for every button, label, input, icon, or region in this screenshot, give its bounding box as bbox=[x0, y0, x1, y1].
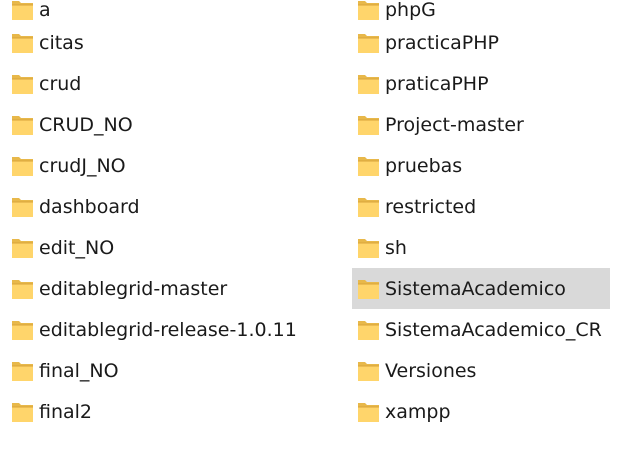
folder-name: SistemaAcademico bbox=[385, 277, 566, 300]
folder-icon bbox=[358, 238, 379, 258]
folder-name: final2 bbox=[39, 400, 93, 423]
folder-icon bbox=[358, 320, 379, 340]
folder-item[interactable]: CRUD_NO bbox=[6, 104, 340, 145]
folder-item[interactable]: practicaPHP bbox=[352, 22, 640, 63]
folder-name: Project-master bbox=[385, 113, 524, 136]
folder-item[interactable]: editablegrid-master bbox=[6, 268, 340, 309]
folder-list-right: phpG practicaPHP praticaPHP Project-master p… bbox=[352, 0, 640, 432]
folder-icon bbox=[358, 279, 379, 299]
folder-name: crud bbox=[39, 72, 82, 95]
folder-icon bbox=[12, 197, 33, 217]
folder-icon bbox=[358, 361, 379, 381]
folder-icon bbox=[358, 33, 379, 53]
folder-name: restricted bbox=[385, 195, 477, 218]
folder-name: editablegrid-master bbox=[39, 277, 228, 300]
folder-icon bbox=[12, 361, 33, 381]
folder-item[interactable]: final2 bbox=[6, 391, 340, 432]
folder-icon bbox=[12, 115, 33, 135]
folder-name: a bbox=[39, 0, 51, 21]
folder-name: dashboard bbox=[39, 195, 140, 218]
folder-name: SistemaAcademico_CR bbox=[385, 318, 602, 341]
folder-icon bbox=[358, 156, 379, 176]
folder-item[interactable]: final_NO bbox=[6, 350, 340, 391]
folder-name: praticaPHP bbox=[385, 72, 489, 95]
folder-name: crudJ_NO bbox=[39, 154, 126, 177]
folder-item[interactable]: SistemaAcademico_CR bbox=[352, 309, 640, 350]
folder-list-left: a citas crud CRUD_NO crudJ_NO dashboard edit_N… bbox=[6, 0, 340, 432]
folder-item[interactable]: phpG bbox=[352, 0, 640, 22]
folder-icon bbox=[12, 1, 33, 20]
folder-icon bbox=[12, 320, 33, 340]
folder-item[interactable]: citas bbox=[6, 22, 340, 63]
folder-item[interactable]: praticaPHP bbox=[352, 63, 640, 104]
folder-item[interactable]: editablegrid-release-1.0.11 bbox=[6, 309, 340, 350]
folder-icon bbox=[12, 279, 33, 299]
folder-item[interactable]: Versiones bbox=[352, 350, 640, 391]
folder-icon bbox=[12, 74, 33, 94]
folder-name: practicaPHP bbox=[385, 31, 499, 54]
folder-item[interactable]: sh bbox=[352, 227, 640, 268]
folder-name: xampp bbox=[385, 400, 451, 423]
folder-name: edit_NO bbox=[39, 236, 115, 259]
folder-item[interactable]: pruebas bbox=[352, 145, 640, 186]
folder-name: phpG bbox=[385, 0, 436, 21]
folder-icon bbox=[358, 197, 379, 217]
folder-icon bbox=[12, 238, 33, 258]
folder-item[interactable]: a bbox=[6, 0, 340, 22]
folder-item[interactable]: dashboard bbox=[6, 186, 340, 227]
folder-name: editablegrid-release-1.0.11 bbox=[39, 318, 297, 341]
folder-name: citas bbox=[39, 31, 84, 54]
folder-icon bbox=[358, 1, 379, 20]
folder-item[interactable]: Project-master bbox=[352, 104, 640, 145]
folder-name: pruebas bbox=[385, 154, 463, 177]
folder-icon bbox=[358, 402, 379, 422]
folder-item[interactable]: crudJ_NO bbox=[6, 145, 340, 186]
folder-icon bbox=[12, 402, 33, 422]
folder-icon bbox=[12, 156, 33, 176]
folder-icon bbox=[358, 74, 379, 94]
folder-name: sh bbox=[385, 236, 407, 259]
folder-icon bbox=[358, 115, 379, 135]
folder-name: Versiones bbox=[385, 359, 477, 382]
folder-item[interactable]: restricted bbox=[352, 186, 640, 227]
folder-icon bbox=[12, 33, 33, 53]
folder-item[interactable]: edit_NO bbox=[6, 227, 340, 268]
folder-name: final_NO bbox=[39, 359, 119, 382]
folder-item[interactable]: SistemaAcademico bbox=[352, 268, 610, 309]
folder-item[interactable]: xampp bbox=[352, 391, 640, 432]
folder-name: CRUD_NO bbox=[39, 113, 133, 136]
folder-item[interactable]: crud bbox=[6, 63, 340, 104]
